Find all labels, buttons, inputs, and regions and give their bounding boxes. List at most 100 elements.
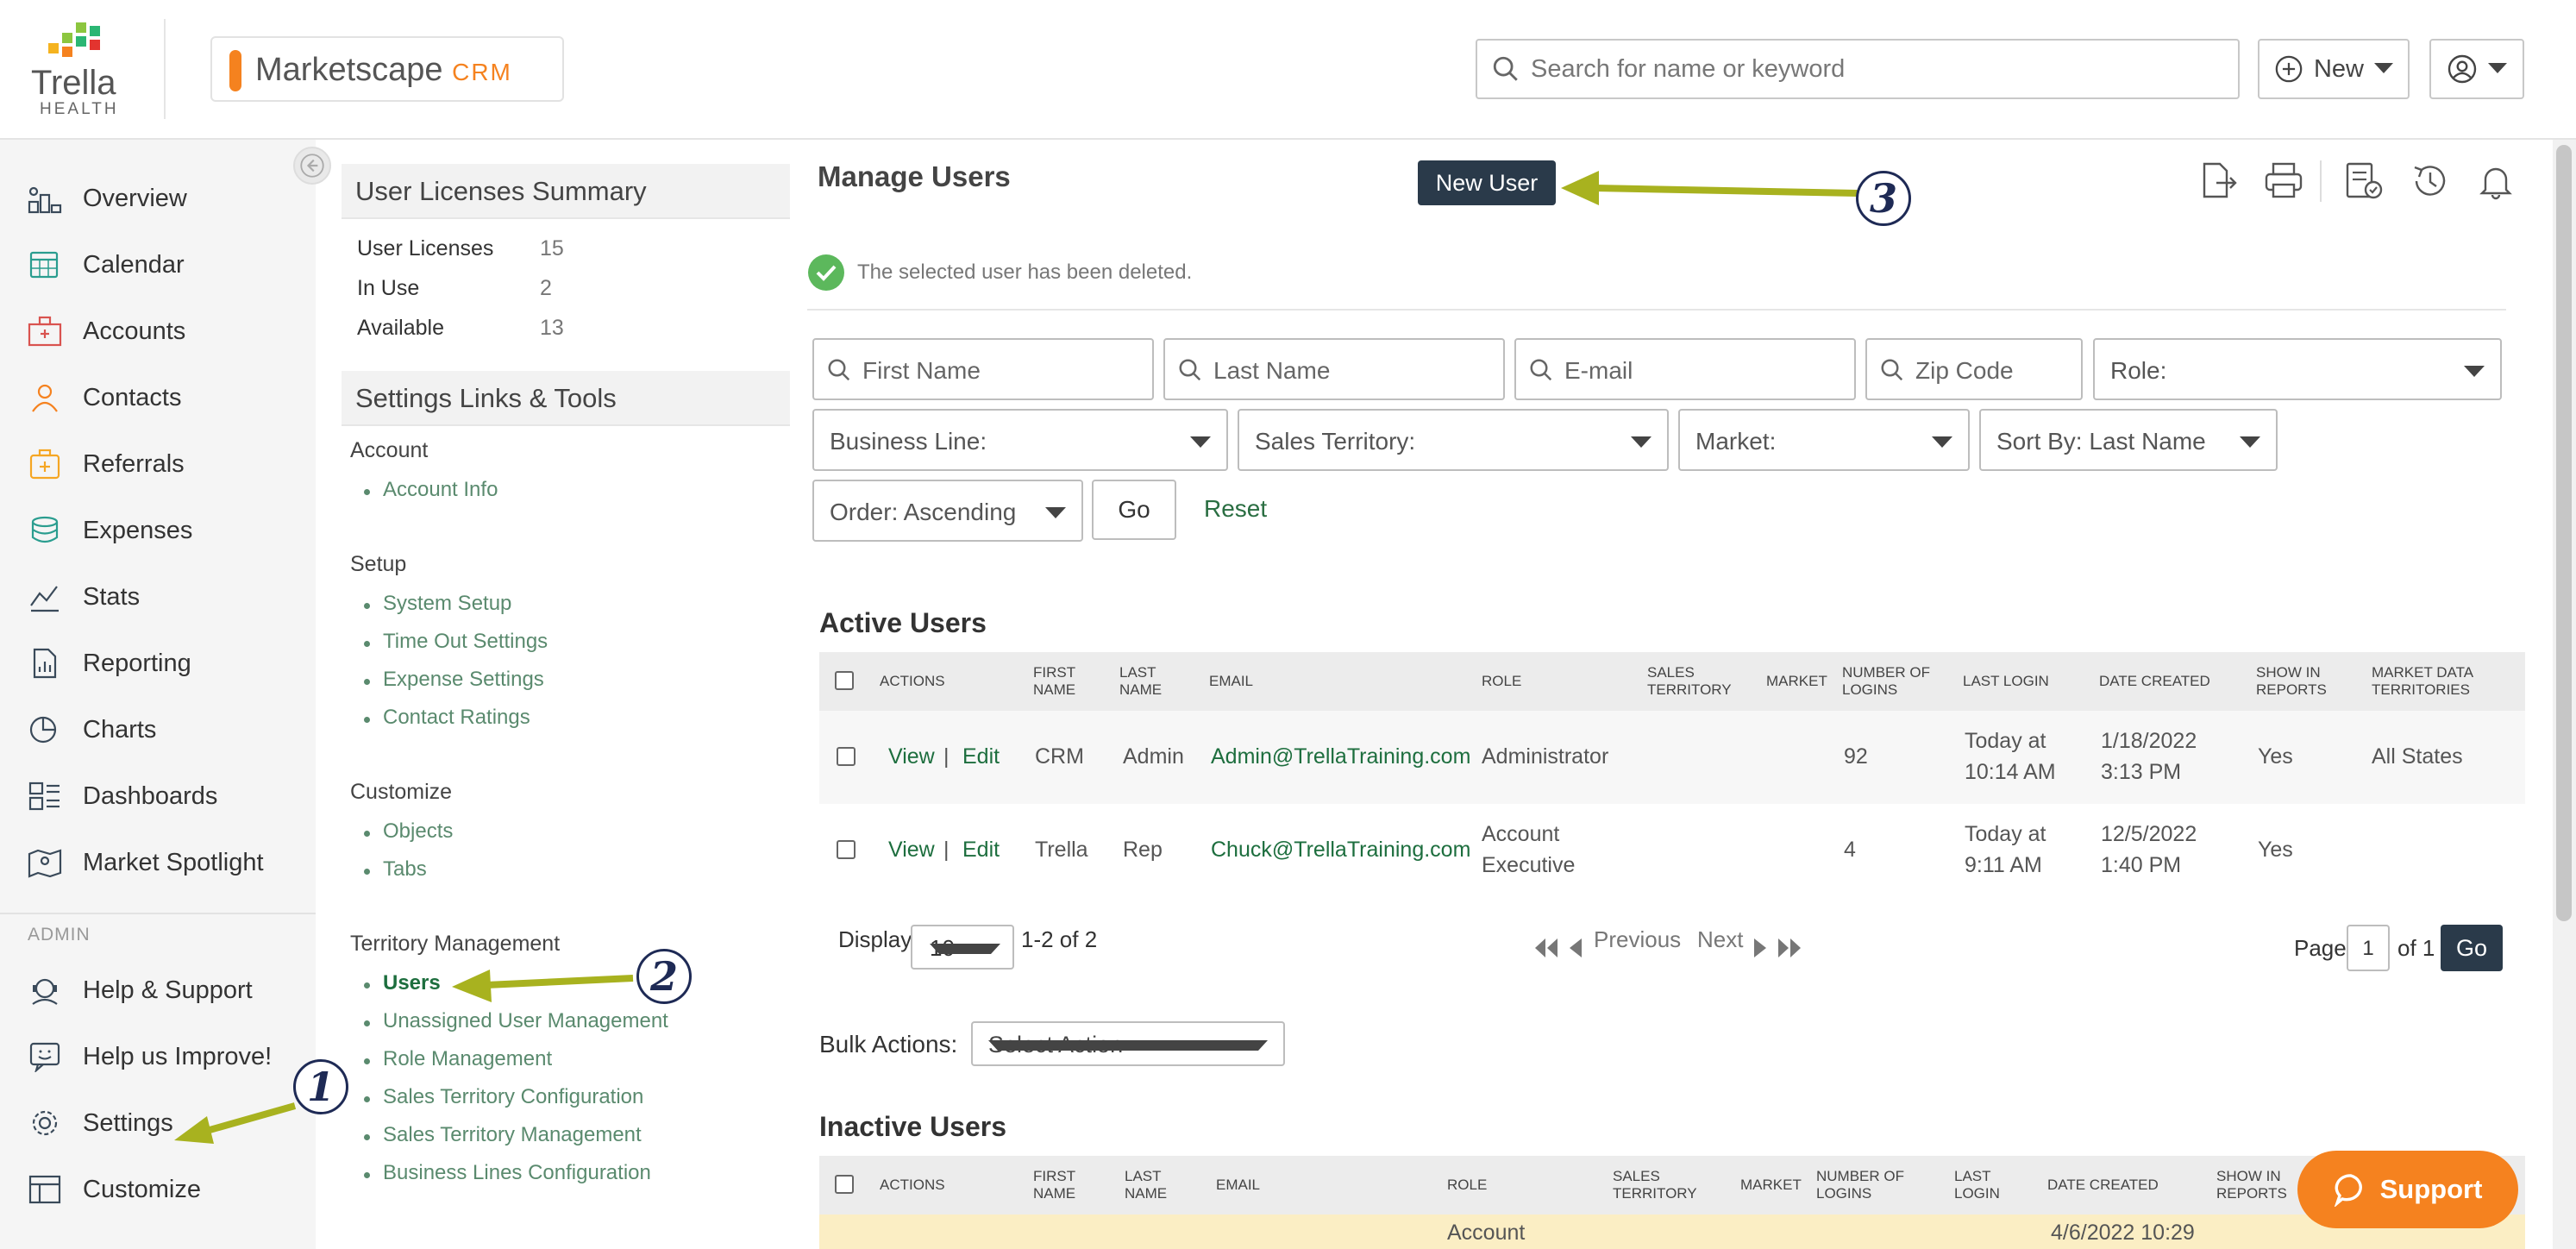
select-all-checkbox[interactable] [835, 671, 854, 690]
sales-territory-select[interactable]: Sales Territory: [1238, 409, 1669, 471]
caret-down-icon [2488, 63, 2507, 73]
page-size-select[interactable]: 10 [911, 925, 1014, 970]
order-select[interactable]: Order: Ascending [812, 480, 1083, 542]
toolbar-divider [2320, 160, 2322, 202]
logins-cell: 92 [1844, 744, 1868, 769]
contacts-icon [32, 384, 58, 412]
scrollbar-thumb[interactable] [2556, 145, 2572, 921]
market-data-cell: All States [2372, 744, 2463, 769]
inactive-users-header: ACTIONS FIRST NAME LAST NAME EMAIL ROLE … [819, 1156, 2525, 1214]
link-system-setup[interactable]: System Setup [383, 592, 511, 616]
column-header: ACTIONS [880, 673, 945, 689]
logo-sub: HEALTH [40, 100, 119, 118]
global-search[interactable] [1476, 39, 2240, 99]
link-role-management[interactable]: Role Management [383, 1047, 552, 1071]
sidebar-item-referrals[interactable]: Referrals [0, 433, 316, 495]
bell-icon[interactable] [2473, 159, 2518, 204]
sidebar-item-calendar[interactable]: Calendar [0, 234, 316, 296]
last-name-cell: Admin [1123, 744, 1184, 769]
sidebar-item-market-spotlight[interactable]: Market Spotlight [0, 832, 316, 894]
filter-go-button[interactable]: Go [1092, 480, 1176, 540]
previous-link[interactable]: Previous [1594, 926, 1681, 953]
report-check-icon[interactable] [2341, 159, 2385, 204]
product-badge[interactable]: Marketscape CRM [210, 36, 564, 102]
annotation-arrow-1-icon [174, 1102, 297, 1144]
column-header: NUMBER OF LOGINS [1816, 1168, 1904, 1202]
annotation-number-3: 3 [1856, 171, 1911, 226]
sort-by-label: Sort By: Last Name [1996, 428, 2206, 455]
email-link[interactable]: Admin@TrellaTraining.com [1211, 742, 1470, 771]
dashboards-icon [28, 781, 60, 811]
next-icon[interactable] [1754, 938, 1766, 957]
last-name-filter[interactable]: Last Name [1163, 338, 1505, 400]
email-filter[interactable]: E-mail [1514, 338, 1856, 400]
link-time-out-settings[interactable]: Time Out Settings [383, 630, 548, 654]
licenses-panel-header: User Licenses Summary [342, 164, 790, 219]
last-page-icon[interactable] [1778, 938, 1801, 957]
link-contact-ratings[interactable]: Contact Ratings [383, 706, 530, 730]
sidebar-item-contacts[interactable]: Contacts [0, 367, 316, 429]
sidebar-item-dashboards[interactable]: Dashboards [0, 765, 316, 827]
sidebar-item-reporting[interactable]: Reporting [0, 632, 316, 694]
support-button[interactable]: Support [2297, 1151, 2518, 1228]
column-header: LAST LOGIN [1963, 673, 2049, 689]
page-scrollbar[interactable] [2553, 140, 2576, 1249]
previous-icon[interactable] [1570, 938, 1582, 957]
user-menu-button[interactable] [2429, 39, 2524, 99]
market-select[interactable]: Market: [1678, 409, 1970, 471]
sidebar-item-label: Market Spotlight [83, 849, 264, 876]
sidebar-item-label: Referrals [83, 450, 185, 478]
sidebar-item-help-support[interactable]: Help & Support [0, 959, 316, 1021]
link-business-lines-configuration[interactable]: Business Lines Configuration [383, 1161, 651, 1185]
sidebar-item-stats[interactable]: Stats [0, 566, 316, 628]
sidebar-item-expenses[interactable]: Expenses [0, 499, 316, 562]
sort-by-select[interactable]: Sort By: Last Name [1979, 409, 2278, 471]
email-link[interactable]: Chuck@TrellaTraining.com [1211, 835, 1470, 864]
page-go-button[interactable]: Go [2441, 925, 2503, 971]
next-link[interactable]: Next [1697, 926, 1743, 953]
link-tabs[interactable]: Tabs [383, 857, 427, 882]
first-name-filter[interactable]: First Name [812, 338, 1154, 400]
zip-code-filter[interactable]: Zip Code [1865, 338, 2083, 400]
print-icon[interactable] [2261, 159, 2306, 204]
sidebar-item-label: Contacts [83, 384, 182, 411]
new-dropdown-button[interactable]: New [2258, 39, 2410, 99]
trella-logo[interactable]: Trella HEALTH [26, 19, 138, 122]
history-icon[interactable] [2408, 159, 2453, 204]
role-select[interactable]: Role: [2093, 338, 2502, 400]
edit-link[interactable]: Edit [962, 835, 1000, 864]
sidebar-item-charts[interactable]: Charts [0, 699, 316, 761]
date-created-cell: 3:13 PM [2101, 760, 2182, 784]
sidebar-item-overview[interactable]: Overview [0, 167, 316, 229]
row-checkbox[interactable] [837, 840, 856, 859]
link-sales-territory-configuration[interactable]: Sales Territory Configuration [383, 1085, 643, 1109]
new-user-button[interactable]: New User [1418, 160, 1556, 205]
edit-link[interactable]: Edit [962, 742, 1000, 771]
link-expense-settings[interactable]: Expense Settings [383, 668, 544, 692]
bulk-action-select[interactable]: Select Action [971, 1021, 1285, 1066]
view-link[interactable]: View [888, 742, 935, 771]
sidebar-item-customize[interactable]: Customize [0, 1158, 316, 1221]
email-placeholder: E-mail [1564, 357, 1633, 384]
link-account-info[interactable]: Account Info [383, 478, 498, 502]
business-line-select[interactable]: Business Line: [812, 409, 1228, 471]
row-checkbox[interactable] [837, 747, 856, 766]
bullet [364, 1134, 370, 1140]
search-icon [1493, 56, 1518, 81]
search-input[interactable] [1531, 49, 2221, 89]
collapse-sidebar-icon[interactable] [293, 147, 331, 185]
gear-icon [32, 1110, 58, 1136]
sidebar-item-accounts[interactable]: Accounts [0, 300, 316, 362]
link-sales-territory-management[interactable]: Sales Territory Management [383, 1123, 642, 1147]
link-objects[interactable]: Objects [383, 819, 453, 844]
top-header: Trella HEALTH Marketscape CRM New [0, 0, 2576, 140]
link-users[interactable]: Users [383, 971, 441, 995]
reset-link[interactable]: Reset [1204, 495, 1267, 523]
page-number-input[interactable]: 1 [2347, 925, 2390, 971]
first-page-icon[interactable] [1535, 938, 1558, 957]
select-all-checkbox[interactable] [835, 1175, 854, 1194]
link-unassigned-user-management[interactable]: Unassigned User Management [383, 1009, 668, 1033]
view-link[interactable]: View [888, 835, 935, 864]
order-label: Order: Ascending [830, 499, 1017, 525]
export-icon[interactable] [2196, 159, 2241, 204]
